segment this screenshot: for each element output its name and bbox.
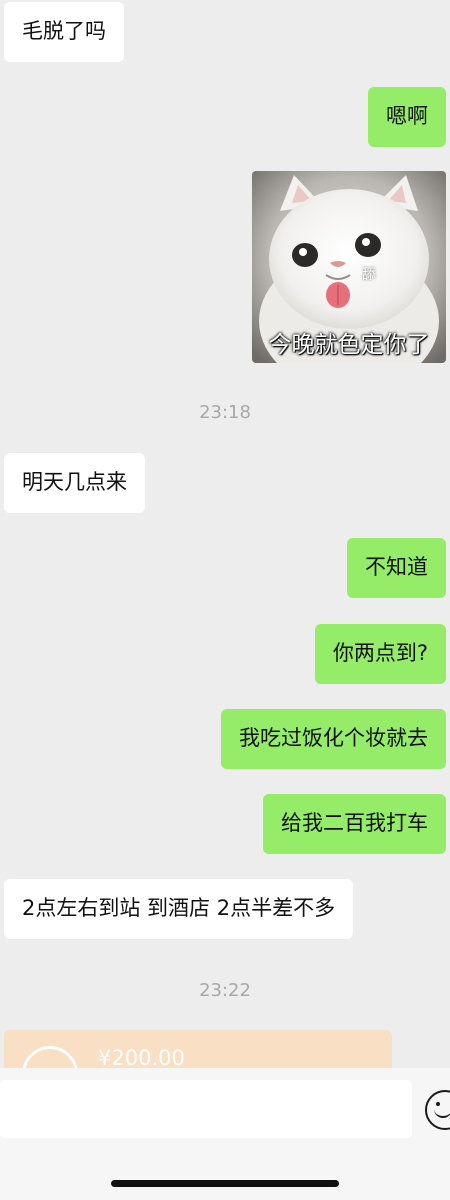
- home-indicator: [111, 1180, 339, 1187]
- message-bubble-outgoing[interactable]: 嗯啊: [368, 87, 446, 147]
- message-bubble-outgoing[interactable]: 不知道: [347, 538, 446, 598]
- message-bubble-outgoing[interactable]: 你两点到?: [314, 624, 446, 684]
- message-text: 我吃过饭化个妆就去: [239, 726, 428, 750]
- message-bubble-incoming[interactable]: 明天几点来: [4, 453, 145, 513]
- sticker-image[interactable]: 舔 今晚就色定你了: [252, 171, 446, 363]
- smiley-face-icon[interactable]: [425, 1090, 450, 1130]
- message-bubble-outgoing[interactable]: 我吃过饭化个妆就去: [221, 709, 446, 769]
- message-text: 给我二百我打车: [281, 811, 428, 835]
- message-input[interactable]: [0, 1080, 412, 1138]
- input-bar: [0, 1068, 450, 1200]
- message-bubble-incoming[interactable]: 毛脱了吗: [4, 2, 124, 62]
- message-text: 嗯啊: [386, 104, 428, 128]
- timestamp: 23:22: [199, 980, 251, 1001]
- timestamp: 23:18: [199, 402, 251, 423]
- sticker-caption: 今晚就色定你了: [268, 332, 430, 358]
- message-text: 毛脱了吗: [22, 19, 106, 43]
- message-bubble-incoming[interactable]: 2点左右到站 到酒店 2点半差不多: [4, 879, 354, 939]
- sticker-small-text: 舔: [362, 267, 376, 283]
- message-text: 2点左右到站 到酒店 2点半差不多: [22, 896, 336, 920]
- emoji-mouth: [434, 1106, 450, 1118]
- message-text: 明天几点来: [22, 470, 127, 494]
- message-text: 你两点到?: [332, 641, 428, 665]
- message-bubble-outgoing[interactable]: 给我二百我打车: [263, 794, 446, 854]
- message-text: 不知道: [365, 555, 428, 579]
- transfer-amount: ¥200.00: [98, 1046, 185, 1070]
